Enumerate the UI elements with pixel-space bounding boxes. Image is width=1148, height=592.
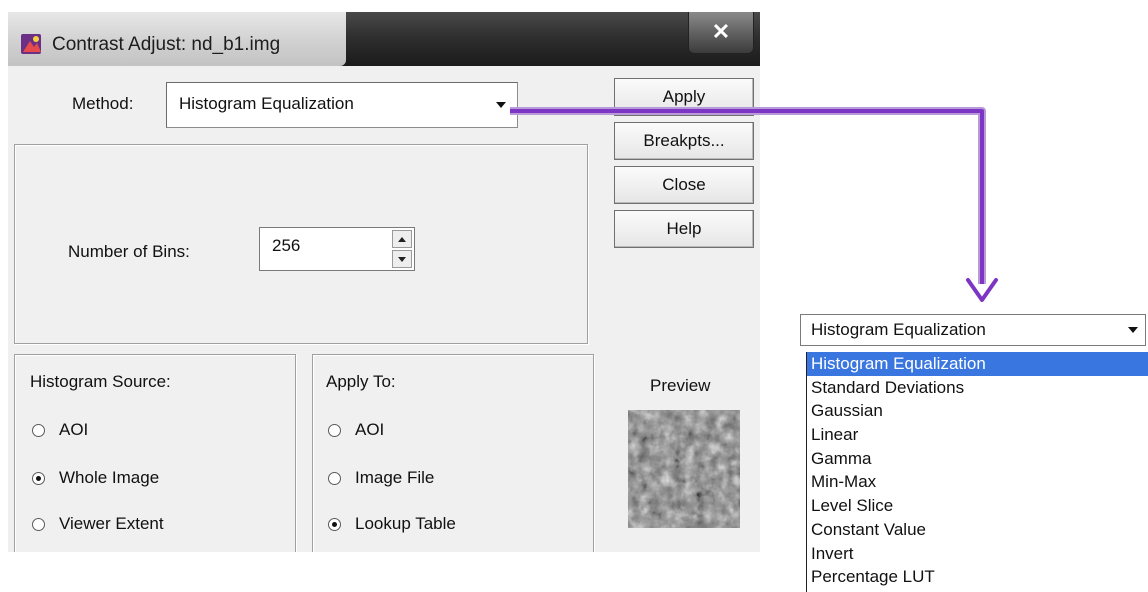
method-label: Method: (72, 94, 134, 113)
radio-icon[interactable] (32, 423, 45, 437)
dropdown-item-histogram-equalization[interactable]: Histogram Equalization (807, 352, 1148, 376)
apply-to-aoi-radio[interactable]: AOI (328, 420, 384, 440)
histogram-source-whole-image-radio[interactable]: Whole Image (32, 468, 159, 488)
preview-label: Preview (650, 376, 711, 395)
chevron-down-icon[interactable] (489, 87, 513, 123)
bins-label: Number of Bins: (68, 242, 190, 261)
apply-button[interactable]: Apply (614, 78, 754, 116)
radio-icon[interactable] (32, 471, 45, 485)
bins-value[interactable]: 256 (272, 236, 300, 256)
histogram-source-title: Histogram Source: (30, 372, 171, 391)
help-button[interactable]: Help (614, 210, 754, 248)
radio-label: Viewer Extent (59, 514, 164, 533)
apply-to-title: Apply To: (326, 372, 396, 391)
dropdown-item-percentage-lut[interactable]: Percentage LUT (807, 565, 1148, 589)
chevron-down-icon[interactable] (1125, 322, 1141, 338)
radio-icon[interactable] (328, 471, 341, 485)
contrast-adjust-dialog: Contrast Adjust: nd_b1.img ✕ Method: His… (8, 12, 760, 552)
histogram-source-viewer-extent-radio[interactable]: Viewer Extent (32, 514, 164, 534)
radio-label: Image File (355, 468, 435, 487)
radio-label: Whole Image (59, 468, 160, 487)
radio-icon[interactable] (328, 517, 341, 531)
title-bar[interactable]: Contrast Adjust: nd_b1.img ✕ (8, 12, 760, 66)
radio-icon[interactable] (328, 423, 341, 437)
method-dropdown[interactable]: Histogram Equalization (800, 314, 1146, 346)
dropdown-item-standard-deviations[interactable]: Standard Deviations (807, 376, 1148, 400)
dropdown-item-gamma[interactable]: Gamma (807, 447, 1148, 471)
spin-down-icon[interactable] (392, 250, 412, 268)
window-title: Contrast Adjust: nd_b1.img (52, 34, 281, 55)
dropdown-item-constant-value[interactable]: Constant Value (807, 518, 1148, 542)
preview-image (628, 410, 740, 528)
method-select-value: Histogram Equalization (179, 94, 354, 113)
apply-to-lookup-table-radio[interactable]: Lookup Table (328, 514, 456, 534)
radio-label: AOI (59, 420, 89, 439)
method-dropdown-list: Histogram Equalization Standard Deviatio… (806, 352, 1148, 592)
radio-icon[interactable] (32, 517, 45, 531)
breakpts-button[interactable]: Breakpts... (614, 122, 754, 160)
method-dropdown-value: Histogram Equalization (811, 320, 986, 339)
close-window-button[interactable]: ✕ (688, 12, 754, 54)
radio-label: AOI (355, 420, 385, 439)
spin-up-icon[interactable] (392, 230, 412, 248)
app-icon (20, 32, 44, 56)
method-select[interactable]: Histogram Equalization (166, 82, 518, 128)
dropdown-item-invert[interactable]: Invert (807, 542, 1148, 566)
apply-to-image-file-radio[interactable]: Image File (328, 468, 434, 488)
radio-label: Lookup Table (355, 514, 456, 533)
dropdown-item-linear[interactable]: Linear (807, 423, 1148, 447)
histogram-source-aoi-radio[interactable]: AOI (32, 420, 88, 440)
dropdown-item-level-slice[interactable]: Level Slice (807, 494, 1148, 518)
bins-stepper[interactable]: 256 (259, 227, 415, 271)
dropdown-item-gaussian[interactable]: Gaussian (807, 399, 1148, 423)
close-button[interactable]: Close (614, 166, 754, 204)
dropdown-item-min-max[interactable]: Min-Max (807, 470, 1148, 494)
